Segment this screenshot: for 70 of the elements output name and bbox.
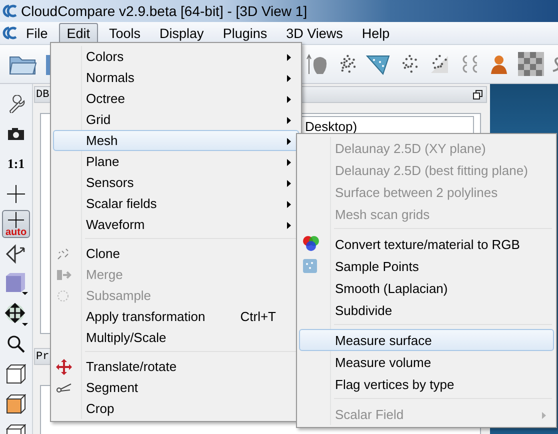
menu-title[interactable]: Tools	[101, 22, 149, 44]
menu-item[interactable]: Flag vertices by type	[299, 373, 554, 395]
sample-points-icon	[302, 258, 318, 274]
wire-cube-icon[interactable]	[6, 364, 26, 384]
submenu-item[interactable]: Normals	[53, 67, 299, 88]
scale-button[interactable]: 1:1	[2, 150, 30, 178]
submenu-arrow-icon	[542, 412, 546, 418]
menu-item[interactable]: Measure surface	[299, 329, 554, 351]
checker-icon[interactable]	[518, 52, 544, 76]
subsample-icon	[56, 288, 70, 302]
submenu-item[interactable]: Colors	[53, 46, 299, 67]
menu-title[interactable]: Help	[354, 22, 398, 44]
menu-item[interactable]: Segment	[53, 377, 299, 398]
bust-icon[interactable]	[488, 53, 510, 75]
app-logo-icon	[2, 4, 18, 18]
crosshair-icon[interactable]	[7, 185, 25, 203]
menu-item[interactable]: Crop	[53, 398, 299, 419]
scissors-icon	[56, 382, 72, 394]
auto-pivot-button[interactable]: auto	[2, 210, 30, 238]
menu-item[interactable]: Smooth (Laplacian)	[299, 277, 554, 299]
submenu-arrow-icon	[287, 96, 291, 103]
clone-icon	[56, 246, 70, 260]
menu-item[interactable]: Measure volume	[299, 351, 554, 373]
rotate-arrow-icon[interactable]	[5, 244, 27, 264]
submenu-arrow-icon	[287, 54, 291, 61]
crosshair-icon	[8, 212, 24, 228]
submenu-arrow-icon	[287, 138, 291, 145]
menu-title[interactable]: Edit	[58, 22, 98, 44]
submenu-item[interactable]: Sensors	[53, 172, 299, 193]
submenu-arrow-icon	[287, 180, 291, 187]
menu-item[interactable]: Multiply/Scale	[53, 327, 299, 348]
menu-item[interactable]: Clone	[53, 243, 299, 264]
submenu-item[interactable]: Waveform	[53, 214, 299, 235]
wrench-icon[interactable]	[7, 95, 25, 113]
submenu-arrow-icon	[287, 75, 291, 82]
menu-title[interactable]: Display	[152, 22, 212, 44]
app-menu-icon	[2, 26, 18, 40]
submenu-item[interactable]: Octree	[53, 88, 299, 109]
submenu-arrow-icon	[287, 117, 291, 124]
menu-title[interactable]: File	[18, 22, 56, 44]
window-title: CloudCompare v2.9.beta [64-bit] - [3D View 1]	[21, 3, 308, 19]
submenu-item[interactable]: Scalar fields	[53, 193, 299, 214]
submenu-item[interactable]: Mesh	[53, 130, 299, 151]
menu-item[interactable]: Sample Points	[299, 255, 554, 277]
submenu-arrow-icon	[287, 159, 291, 166]
panel-title: DB	[35, 88, 50, 100]
menu-item[interactable]: Subdivide	[299, 299, 554, 321]
merge-icon	[56, 268, 72, 280]
submenu-item[interactable]: Plane	[53, 151, 299, 172]
menu-title[interactable]: Plugins	[214, 22, 276, 44]
cube-view-icon[interactable]	[4, 272, 28, 296]
shortcut-label: Ctrl+T	[240, 309, 277, 324]
camera-icon[interactable]	[7, 127, 25, 141]
mesh-triangle-icon[interactable]	[366, 53, 390, 75]
submenu-arrow-icon	[287, 222, 291, 229]
submenu-arrow-icon	[287, 201, 291, 208]
menu-title[interactable]: 3D Views	[278, 22, 351, 44]
search-icon[interactable]	[7, 335, 25, 353]
front-cube-icon[interactable]	[6, 394, 26, 414]
auto-label: auto	[5, 228, 27, 236]
move-cross-icon[interactable]	[4, 302, 28, 326]
restore-icon[interactable]	[473, 90, 483, 100]
move-arrows-icon	[56, 358, 72, 374]
menu-item[interactable]: Convert texture/material to RGB	[299, 233, 554, 255]
menu-item[interactable]: Apply transformation Ctrl+T	[53, 306, 299, 327]
menu-item[interactable]: Translate/rotate	[53, 356, 299, 377]
normal-shape-icon[interactable]	[306, 52, 328, 76]
color-circles-icon	[302, 235, 320, 253]
panel-title: Pr	[35, 350, 50, 362]
submenu-item[interactable]: Grid	[53, 109, 299, 130]
